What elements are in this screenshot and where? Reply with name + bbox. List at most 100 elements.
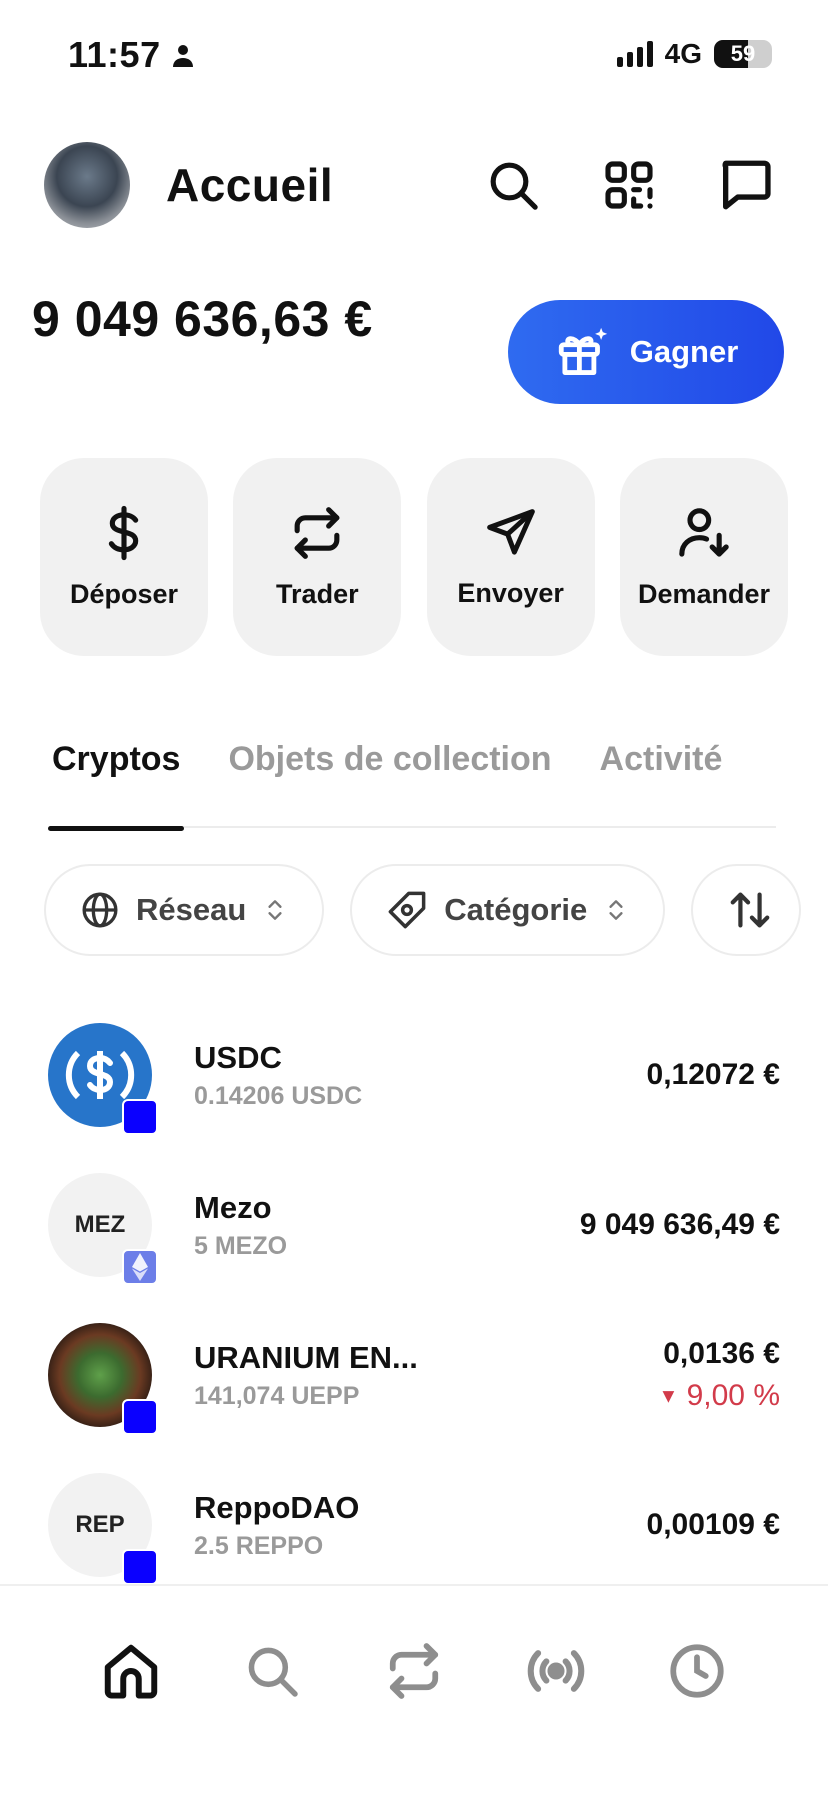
bottom-nav (0, 1584, 828, 1794)
sort-icon (730, 892, 770, 928)
action-label: Demander (637, 578, 770, 609)
asset-tabs: Cryptos Objets de collection Activité (47, 736, 776, 831)
chevron-updown-icon (609, 900, 623, 920)
action-label: Trader (276, 578, 359, 609)
asset-name: ReppoDAO (194, 1489, 360, 1525)
down-triangle-icon: ▼ (658, 1385, 679, 1408)
network-label: 4G (664, 38, 702, 69)
status-time-group: 11:57 (68, 34, 195, 76)
ethereum-badge (122, 1249, 158, 1285)
asset-values: 0,00109 € (647, 1508, 780, 1542)
header: Accueil (44, 140, 784, 230)
price-change-value: 9,00 % (686, 1379, 780, 1412)
action-label: Déposer (69, 578, 179, 609)
logo-text: MEZ (74, 1211, 126, 1238)
asset-info: USDC 0.14206 USDC (194, 1040, 647, 1111)
asset-amount: 5 MEZO (194, 1231, 288, 1260)
asset-value: 9 049 636,49 € (579, 1208, 780, 1241)
nav-live[interactable] (521, 1636, 591, 1706)
earn-button-label: Gagner (629, 334, 739, 369)
search-button[interactable] (484, 156, 542, 214)
chat-icon (722, 160, 771, 210)
quick-actions: Déposer Trader Envoyer Demander (40, 458, 788, 656)
send-button[interactable]: Envoyer (426, 458, 595, 656)
status-indicators: 4G 59 (616, 38, 772, 70)
total-balance: 9 049 636,63 € (32, 291, 373, 347)
dollar-icon (108, 505, 139, 560)
asset-amount: 0.14206 USDC (194, 1081, 363, 1110)
signal-icon (616, 41, 653, 67)
asset-row-mezo[interactable]: MEZ Mezo 5 MEZO 9 049 636,49 € (48, 1150, 780, 1300)
category-filter[interactable]: Catégorie (350, 864, 666, 956)
price-change: ▼ 9,00 % (658, 1379, 780, 1413)
reppo-logo: REP (48, 1473, 158, 1585)
tab-activity[interactable]: Activité (600, 736, 723, 828)
asset-value: 0,12072 € (646, 1058, 780, 1091)
deposit-button[interactable]: Déposer (40, 458, 208, 656)
asset-row-uranium[interactable]: URANIUM EN... 141,074 UEPP 0,0136 € ▼ 9,… (48, 1300, 780, 1450)
broadcast-icon (527, 1650, 584, 1692)
request-button[interactable]: Demander (619, 458, 788, 656)
nav-home[interactable] (96, 1636, 166, 1706)
filter-bar: Réseau Catégorie (44, 864, 828, 956)
asset-name: Mezo (194, 1189, 272, 1225)
scan-button[interactable] (600, 156, 658, 214)
ethereum-icon (132, 1253, 148, 1281)
asset-value: 0,0136 € (663, 1337, 780, 1370)
logo-text: REP (75, 1511, 125, 1538)
usdc-logo (48, 1023, 158, 1135)
network-filter-label: Réseau (136, 892, 247, 927)
asset-info: ReppoDAO 2.5 REPPO (194, 1490, 647, 1561)
action-label: Envoyer (457, 577, 564, 608)
network-filter[interactable]: Réseau (44, 864, 325, 956)
nav-history[interactable] (662, 1636, 732, 1706)
avatar[interactable] (44, 142, 130, 228)
asset-amount: 2.5 REPPO (194, 1531, 324, 1560)
search-icon (490, 162, 538, 210)
gift-icon (558, 327, 607, 375)
asset-amount: 141,074 UEPP (194, 1381, 360, 1410)
tab-cryptos[interactable]: Cryptos (47, 736, 185, 831)
battery-icon: 59 (714, 40, 772, 68)
mezo-logo: MEZ (48, 1173, 158, 1285)
scan-icon (605, 161, 653, 209)
asset-info: Mezo 5 MEZO (194, 1190, 580, 1261)
chain-badge (122, 1399, 158, 1435)
tag-icon (388, 891, 426, 929)
asset-values: 0,0136 € ▼ 9,00 % (658, 1337, 780, 1413)
trade-button[interactable]: Trader (233, 458, 402, 656)
asset-row-usdc[interactable]: USDC 0.14206 USDC 0,12072 € (48, 1000, 780, 1150)
history-icon (670, 1644, 724, 1698)
globe-icon (82, 892, 118, 928)
asset-values: 9 049 636,49 € (580, 1208, 780, 1242)
header-actions (484, 156, 774, 214)
status-time: 11:57 (68, 34, 161, 75)
nav-trade[interactable] (379, 1636, 449, 1706)
tab-collectibles[interactable]: Objets de collection (228, 736, 551, 828)
chain-badge (122, 1099, 158, 1135)
asset-row-reppo[interactable]: REP ReppoDAO 2.5 REPPO 0,00109 € (48, 1450, 780, 1600)
battery-level: 59 (730, 41, 756, 66)
person-icon (172, 45, 193, 67)
swap-icon (294, 506, 340, 559)
asset-list: USDC 0.14206 USDC 0,12072 € MEZ Mezo 5 M… (48, 1000, 780, 1600)
uranium-logo (48, 1323, 158, 1435)
nav-search[interactable] (237, 1636, 307, 1706)
category-filter-label: Catégorie (444, 892, 588, 927)
asset-name: USDC (194, 1039, 282, 1075)
asset-info: URANIUM EN... 141,074 UEPP (194, 1340, 658, 1411)
asset-value: 0,00109 € (646, 1508, 780, 1541)
request-icon (679, 507, 729, 557)
chain-badge (122, 1549, 158, 1585)
messages-button[interactable] (716, 156, 774, 214)
status-bar: 11:57 4G 59 (0, 0, 828, 110)
send-icon (486, 508, 535, 555)
search-icon (249, 1647, 299, 1697)
page-title: Accueil (166, 159, 334, 211)
home-icon (104, 1644, 158, 1699)
sort-filter[interactable] (691, 864, 802, 956)
earn-button[interactable]: Gagner (508, 300, 784, 404)
asset-values: 0,12072 € (647, 1058, 780, 1092)
chevron-updown-icon (268, 900, 282, 920)
asset-name: URANIUM EN... (194, 1339, 418, 1375)
